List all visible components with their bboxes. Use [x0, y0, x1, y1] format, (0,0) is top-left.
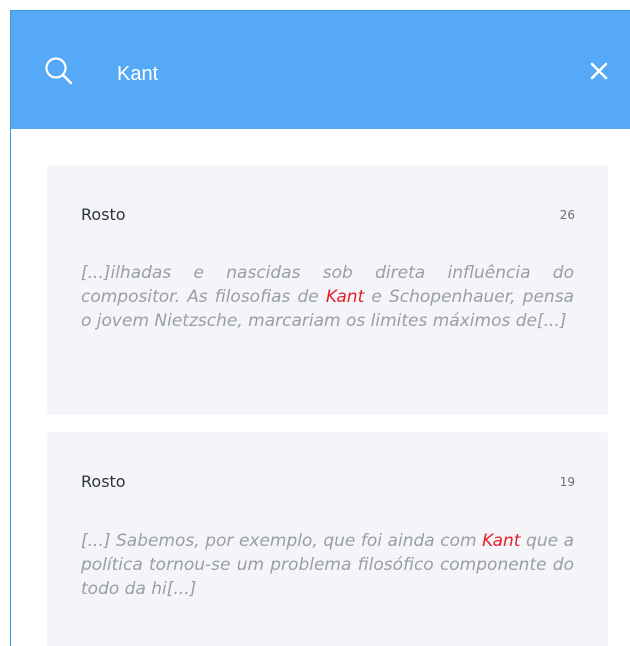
search-input[interactable]	[117, 59, 537, 89]
result-title: Rosto	[81, 472, 126, 491]
close-icon[interactable]	[586, 58, 612, 84]
result-title: Rosto	[81, 205, 126, 224]
highlighted-term: Kant	[325, 287, 365, 307]
search-panel: Rosto 26 [...]ilhadas e nascidas sob dir…	[10, 10, 630, 646]
result-excerpt: [...] Sabemos, por exemplo, que foi aind…	[81, 529, 574, 601]
search-icon[interactable]	[44, 56, 74, 86]
highlighted-term: Kant	[482, 531, 521, 551]
excerpt-text: [...] Sabemos, por exemplo, que foi aind…	[81, 531, 483, 551]
search-bar	[11, 11, 630, 129]
search-result-card[interactable]: Rosto 19 [...] Sabemos, por exemplo, que…	[47, 432, 608, 646]
result-page-number: 26	[559, 208, 575, 222]
search-result-card[interactable]: Rosto 26 [...]ilhadas e nascidas sob dir…	[47, 165, 608, 415]
result-page-number: 19	[559, 475, 575, 489]
result-excerpt: [...]ilhadas e nascidas sob direta influ…	[81, 261, 574, 333]
